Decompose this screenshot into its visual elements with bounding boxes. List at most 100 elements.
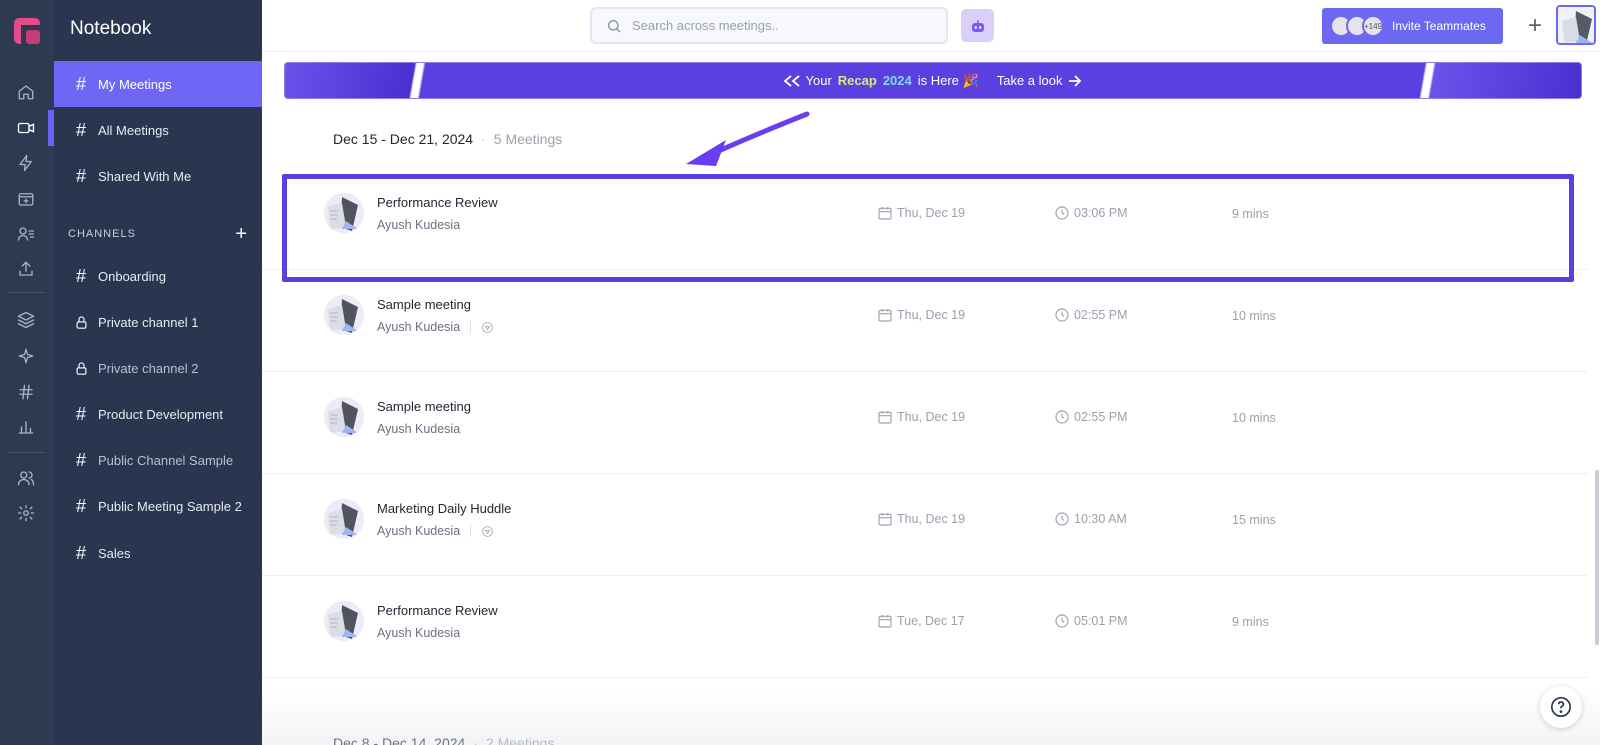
- invite-teammates-button[interactable]: +149 Invite Teammates: [1322, 8, 1503, 44]
- video-icon[interactable]: [14, 116, 38, 140]
- sidebar-item-public-channel-sample[interactable]: # Public Channel Sample: [54, 437, 262, 483]
- meeting-owner: Ayush Kudesia: [377, 524, 494, 538]
- shared-icon: [482, 321, 493, 333]
- meeting-row[interactable]: Marketing Daily Huddle Ayush Kudesia Thu, …: [262, 474, 1587, 576]
- inbox-add-icon[interactable]: [14, 187, 38, 211]
- meeting-date: Thu, Dec 19: [877, 409, 965, 425]
- rail-divider: [8, 292, 46, 293]
- meeting-title[interactable]: Performance Review: [377, 195, 498, 210]
- layers-icon[interactable]: [14, 308, 38, 332]
- hash-icon: #: [75, 265, 86, 286]
- upload-icon[interactable]: [14, 257, 38, 281]
- meeting-title[interactable]: Marketing Daily Huddle: [377, 501, 511, 516]
- meeting-duration: 9 mins: [1232, 615, 1269, 629]
- meeting-duration: 10 mins: [1232, 411, 1276, 425]
- meeting-row[interactable]: Performance Review Ayush Kudesia Thu, Dec …: [262, 168, 1587, 270]
- hash-icon[interactable]: [14, 380, 38, 404]
- hash-icon: #: [75, 449, 86, 470]
- home-icon[interactable]: [14, 80, 38, 104]
- help-button[interactable]: [1540, 686, 1582, 728]
- bar-chart-icon[interactable]: [14, 415, 38, 439]
- meeting-date-text: Thu, Dec 19: [897, 206, 966, 220]
- clock-icon: [1055, 410, 1069, 424]
- main-content: +149 Invite Teammates + Your Recap: [262, 0, 1600, 745]
- scrollbar[interactable]: [1595, 470, 1599, 645]
- sidebar-item-my-meetings[interactable]: # My Meetings: [54, 61, 262, 107]
- sparkle-icon[interactable]: [14, 344, 38, 368]
- sidebar-item-label: Private channel 1: [98, 314, 199, 330]
- week-meeting-count: 2 Meetings: [485, 735, 555, 745]
- lock-icon: [70, 361, 92, 376]
- week-range: Dec 15 - Dec 21, 2024: [333, 131, 474, 147]
- banner-suffix: is Here 🎉: [917, 72, 979, 88]
- meeting-date: Tue, Dec 17: [877, 613, 965, 629]
- teammate-count-badge: +149: [1362, 15, 1384, 37]
- meeting-owner-name: Ayush Kudesia: [377, 626, 461, 640]
- hash-icon: #: [75, 495, 86, 516]
- add-button[interactable]: +: [1519, 10, 1551, 42]
- notebook-title: Notebook: [70, 18, 152, 39]
- meeting-title[interactable]: Performance Review: [377, 603, 498, 618]
- banner-cta[interactable]: Take a look: [997, 73, 1063, 88]
- meeting-time-text: 02:55 PM: [1074, 308, 1128, 322]
- sidebar-item-onboarding[interactable]: # Onboarding: [54, 253, 262, 299]
- banner-prefix: Your: [805, 73, 832, 88]
- meeting-title[interactable]: Sample meeting: [377, 297, 471, 312]
- sidebar-item-sales[interactable]: # Sales: [54, 530, 262, 576]
- meeting-row[interactable]: Sample meeting Ayush Kudesia Thu, Dec 19 02…: [262, 372, 1587, 474]
- sidebar-item-all-meetings[interactable]: # All Meetings: [54, 107, 262, 153]
- week-meeting-count: 5 Meetings: [493, 131, 563, 147]
- arrow-right-icon: [1069, 74, 1082, 87]
- calendar-icon: [878, 309, 892, 322]
- calendar-icon: [878, 207, 892, 220]
- shared-icon: [482, 525, 493, 537]
- meeting-thumbnail: [324, 499, 364, 539]
- users-list-icon[interactable]: [14, 222, 38, 246]
- meeting-owner-name: Ayush Kudesia: [377, 320, 461, 334]
- meeting-thumbnail: [324, 193, 364, 233]
- meeting-row[interactable]: Sample meeting Ayush Kudesia Thu, Dec 19 02…: [262, 270, 1587, 372]
- calendar-icon: [878, 513, 892, 526]
- meeting-date-text: Tue, Dec 17: [897, 614, 965, 628]
- meeting-owner: Ayush Kudesia: [377, 626, 460, 640]
- sidebar-item-label: Public Channel Sample: [98, 452, 234, 468]
- profile-thumbnail-icon: [1558, 7, 1594, 43]
- sidebar-item-private-channel-1[interactable]: Private channel 1: [54, 299, 262, 345]
- profile-avatar[interactable]: [1556, 5, 1596, 45]
- settings-icon[interactable]: [14, 501, 38, 525]
- hash-icon: #: [75, 119, 86, 140]
- meeting-title[interactable]: Sample meeting: [377, 399, 471, 414]
- search-input[interactable]: [632, 18, 932, 33]
- calendar-icon: [878, 411, 892, 424]
- week-range: Dec 8 - Dec 14, 2024: [333, 735, 466, 745]
- clock-icon: [1055, 614, 1069, 628]
- lightning-icon[interactable]: [14, 151, 38, 175]
- meeting-thumbnail: [324, 397, 364, 437]
- rewind-icon: [783, 74, 800, 87]
- app-logo-icon[interactable]: [12, 16, 42, 46]
- sidebar-item-private-channel-2[interactable]: Private channel 2: [54, 345, 262, 391]
- team-icon[interactable]: [14, 466, 38, 490]
- banner-decoration: [285, 63, 495, 98]
- banner-decoration: [1371, 63, 1581, 98]
- assistant-button[interactable]: [961, 9, 994, 42]
- channels-header: CHANNELS +: [68, 224, 248, 244]
- invite-label: Invite Teammates: [1392, 19, 1486, 33]
- meeting-time-text: 10:30 AM: [1074, 512, 1127, 526]
- channels-sidebar: Notebook # My Meetings # All Meetings # …: [54, 0, 262, 745]
- meeting-row[interactable]: Performance Review Ayush Kudesia Tue, Dec …: [262, 576, 1587, 678]
- add-channel-button[interactable]: +: [235, 224, 248, 244]
- week-header: Dec 15 - Dec 21, 2024 · 5 Meetings: [333, 131, 562, 147]
- sidebar-item-public-meeting-sample-2[interactable]: # Public Meeting Sample 2: [54, 483, 262, 529]
- sidebar-item-shared-with-me[interactable]: # Shared With Me: [54, 153, 262, 199]
- meeting-time: 02:55 PM: [1054, 409, 1128, 425]
- meeting-duration: 10 mins: [1232, 309, 1276, 323]
- recap-banner[interactable]: Your Recap 2024 is Here 🎉 Take a look: [284, 62, 1582, 99]
- meeting-owner: Ayush Kudesia: [377, 218, 460, 232]
- app-window: Notebook # My Meetings # All Meetings # …: [0, 0, 1600, 745]
- banner-highlight-year: 2024: [882, 73, 912, 88]
- meeting-owner-name: Ayush Kudesia: [377, 422, 461, 436]
- search-box[interactable]: [590, 7, 948, 44]
- hash-icon: #: [75, 73, 86, 94]
- sidebar-item-product-development[interactable]: # Product Development: [54, 391, 262, 437]
